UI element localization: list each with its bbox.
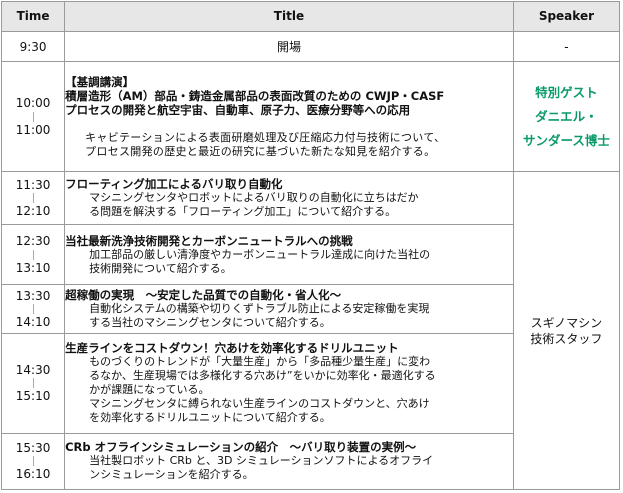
schedule-table: Time Title Speaker 9:30 開場 - 10:00 11:00… [0, 1, 621, 491]
session-desc-line: る問題を解決する「フローティング加工」について紹介する。 [89, 205, 397, 219]
session-time: 11:30 12:10 [0, 171, 66, 226]
session-title: フローティング加工によるバリ取り自動化 [65, 177, 283, 192]
time-separator [32, 249, 34, 260]
header-title: Title [64, 1, 514, 32]
keynote-label: 【基調講演】 [65, 74, 135, 89]
session-time: 14:30 15:10 [0, 333, 66, 434]
opening-speaker: - [512, 30, 621, 63]
keynote-speaker-line3: サンダース博士 [522, 132, 610, 148]
session-desc-line: 加工部品の厳しい清浄度やカーボンニュートラル達成に向けた当社の [89, 247, 431, 261]
opening-row: 9:30 開場 - [0, 30, 621, 63]
session-end: 16:10 [15, 467, 51, 482]
session-end: 13:10 [15, 260, 51, 275]
keynote-start: 10:00 [15, 96, 51, 111]
session-desc-line: 技術開発について紹介する。 [89, 261, 232, 275]
session-desc-line: かが課題になっている。 [89, 383, 210, 397]
time-separator [32, 111, 34, 122]
keynote-title-line1: 積層造形（AM）部品・鋳造金属部品の表面改質のための CWJP・CASF [65, 88, 445, 103]
session-time: 13:30 14:10 [0, 283, 66, 335]
session-end: 15:10 [15, 389, 51, 404]
staff-speaker-line1: スギノマシン [530, 315, 603, 330]
header-speaker: Speaker [512, 1, 621, 32]
keynote-desc-line1: キャビテーションによる表面研磨処理及び圧縮応力付与技術について、 [85, 130, 446, 144]
session-desc-line: マシニングセンタに縛られない生産ラインのコストダウンと、穴あけ [89, 397, 430, 411]
session-title-cell: 生産ラインをコストダウン！穴あけを効率化するドリルユニット ものづくりのトレンド… [64, 333, 514, 434]
time-separator [32, 193, 34, 204]
header-time: Time [0, 1, 66, 32]
session-desc-line: 自動化システムの構築や切りくずトラブル防止による安定稼働を実現 [89, 302, 430, 315]
keynote-title-cell: 【基調講演】 積層造形（AM）部品・鋳造金属部品の表面改質のための CWJP・C… [64, 61, 514, 173]
keynote-title-line2: プロセスの開発と航空宇宙、自動車、原子力、医療分野等への応用 [65, 102, 411, 117]
session-start: 12:30 [15, 234, 51, 249]
session-title-cell: フローティング加工によるバリ取り自動化 マシニングセンタやロボットによるバリ取り… [64, 171, 514, 226]
keynote-speaker: 特別ゲスト ダニエル・ サンダース博士 [512, 61, 621, 173]
session-desc-line: する当社のマシニングセンタについて紹介する。 [89, 316, 331, 329]
session-time: 15:30 16:10 [0, 432, 66, 491]
keynote-speaker-line2: ダニエル・ [535, 108, 598, 124]
keynote-speaker-line1: 特別ゲスト [535, 84, 598, 100]
session-title-cell: 超稼働の実現 ～安定した品質での自動化・省人化～ 自動化システムの構築や切りくず… [64, 283, 514, 335]
session-desc-line: 当社製ロボット CRb と、3D シミュレーションソフトによるオフライ [89, 454, 434, 468]
session-desc-line: るなか、生産現場では多様化する穴あけ”をいかに効率化・最適化する [89, 369, 436, 383]
time-separator [32, 378, 34, 389]
session-title: CRb オフラインシミュレーションの紹介 ～バリ取り装置の実例～ [65, 440, 417, 455]
session-title: 生産ラインをコストダウン！穴あけを効率化するドリルユニット [65, 341, 399, 356]
keynote-time: 10:00 11:00 [0, 61, 66, 173]
session-desc-line: ものづくりのトレンドが「大量生産」から「多品種少量生産」に変わ [89, 355, 431, 369]
time-separator [32, 304, 34, 314]
session-title-cell: 当社最新洗浄技術開発とカーボンニュートラルへの挑戦 加工部品の厳しい清浄度やカー… [64, 224, 514, 285]
session-end: 12:10 [15, 204, 51, 219]
session-title: 当社最新洗浄技術開発とカーボンニュートラルへの挑戦 [65, 233, 353, 248]
session-desc-line: マシニングセンタやロボットによるバリ取りの自動化に立ちはだか [89, 191, 419, 205]
session-title-cell: CRb オフラインシミュレーションの紹介 ～バリ取り装置の実例～ 当社製ロボット… [64, 432, 514, 491]
session-start: 13:30 [15, 288, 51, 303]
header-row: Time Title Speaker [0, 1, 621, 32]
session-time: 12:30 13:10 [0, 224, 66, 285]
session-title: 超稼働の実現 ～安定した品質での自動化・省人化～ [65, 288, 342, 302]
staff-speaker: スギノマシン 技術スタッフ [512, 171, 621, 490]
session-end: 14:10 [15, 315, 51, 329]
session-desc-line: ンシミュレーションを紹介する。 [89, 468, 254, 482]
session-start: 15:30 [15, 440, 51, 455]
keynote-end: 11:00 [15, 122, 51, 137]
opening-time: 9:30 [0, 30, 66, 63]
keynote-desc-line2: プロセス開発の歴史と最近の研究に基づいた新たな知見を紹介する。 [85, 144, 436, 158]
session-start: 14:30 [15, 362, 51, 377]
schedule-page: Time Title Speaker 9:30 開場 - 10:00 11:00… [0, 0, 623, 493]
session-start: 11:30 [15, 177, 51, 192]
keynote-row: 10:00 11:00 【基調講演】 積層造形（AM）部品・鋳造金属部品の表面改… [0, 61, 621, 173]
time-separator [32, 456, 34, 467]
session-desc-line: を効率化するドリルユニットについて紹介する。 [89, 411, 331, 425]
opening-title: 開場 [64, 30, 514, 63]
staff-speaker-line2: 技術スタッフ [530, 331, 603, 346]
session-row: 11:30 12:10 フローティング加工によるバリ取り自動化 マシニングセンタ… [0, 171, 621, 490]
